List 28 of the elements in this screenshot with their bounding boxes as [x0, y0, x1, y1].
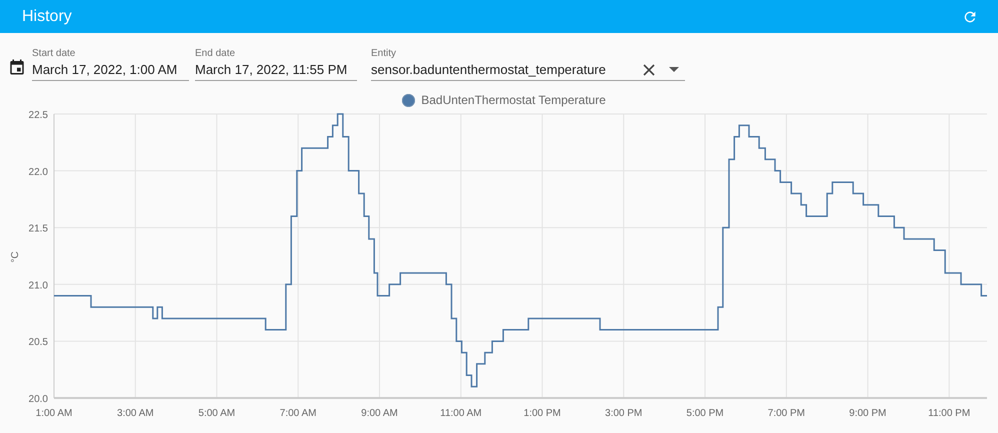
- end-date-field[interactable]: End date March 17, 2022, 11:55 PM: [195, 48, 357, 81]
- y-tick-label: 21.0: [28, 280, 48, 292]
- x-tick-label: 9:00 AM: [361, 408, 398, 419]
- x-tick-label: 1:00 PM: [524, 408, 561, 419]
- x-tick-label: 1:00 AM: [36, 408, 72, 419]
- x-tick-label: 5:00 AM: [198, 408, 236, 419]
- refresh-icon[interactable]: [962, 8, 978, 24]
- calendar-icon: [8, 58, 26, 76]
- start-date-field[interactable]: Start date March 17, 2022, 1:00 AM: [32, 48, 189, 81]
- x-tick-label: 7:00 AM: [280, 408, 316, 419]
- y-axis-title: °C: [10, 251, 21, 263]
- x-tick-label: 11:00 AM: [440, 408, 482, 419]
- x-tick-label: 5:00 PM: [686, 408, 724, 419]
- x-tick-label: 7:00 PM: [768, 408, 806, 419]
- x-tick-label: 3:00 PM: [605, 408, 642, 419]
- y-tick-label: 22.5: [28, 110, 48, 121]
- y-tick-label: 20.5: [28, 337, 48, 348]
- entity-field[interactable]: Entity sensor.baduntenthermostat_temperature: [371, 48, 685, 81]
- dropdown-caret-icon[interactable]: [669, 67, 679, 72]
- page-title: History: [22, 8, 72, 26]
- legend-label: BadUntenThermostat Temperature: [421, 93, 606, 107]
- clear-icon[interactable]: [643, 64, 655, 76]
- x-tick-label: 3:00 AM: [117, 408, 154, 419]
- y-tick-label: 20.0: [28, 394, 48, 405]
- y-tick-label: 22.0: [28, 166, 48, 178]
- x-tick-label: 9:00 PM: [849, 408, 886, 419]
- y-tick-label: 21.5: [28, 224, 48, 235]
- x-tick-label: 11:00 PM: [928, 408, 970, 419]
